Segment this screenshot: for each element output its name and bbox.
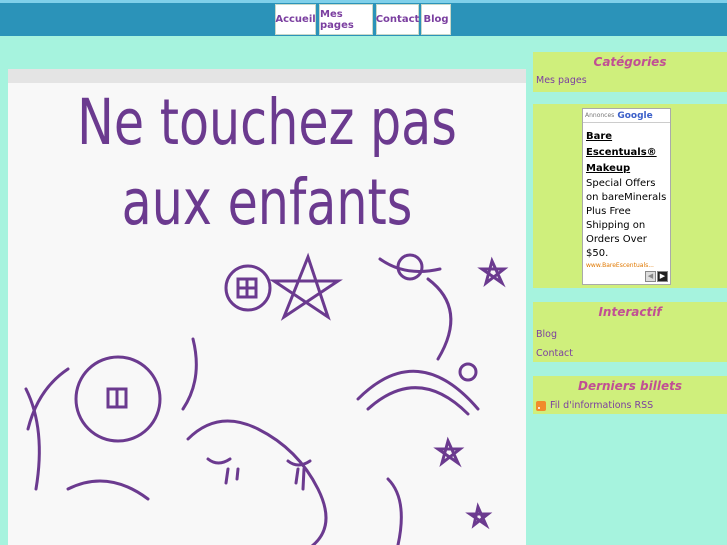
ad-prev-icon[interactable]: ◀ bbox=[645, 271, 656, 282]
nav-blog[interactable]: Blog bbox=[421, 4, 451, 35]
sketch-star bbox=[269, 252, 343, 321]
nav-accueil[interactable]: Accueil bbox=[275, 4, 316, 35]
ad-next-icon[interactable]: ▶ bbox=[657, 271, 668, 282]
nav-mes-pages[interactable]: Mes pages bbox=[319, 4, 373, 35]
hero-drawing: Ne touchez pas aux enfants bbox=[8, 69, 526, 545]
ad-body: Special Offers on bareMinerals Plus Free… bbox=[586, 178, 667, 259]
ad-header-label: Annonces bbox=[585, 112, 615, 119]
categories-widget: Catégories Mes pages bbox=[533, 52, 727, 92]
ad-title[interactable]: Bare Escentuals® Makeup bbox=[583, 123, 670, 177]
interactif-link-contact[interactable]: Contact bbox=[533, 348, 727, 359]
interactif-widget: Interactif Blog Contact bbox=[533, 302, 727, 362]
top-navbar: Accueil Mes pages Contact Blog bbox=[0, 3, 727, 36]
hero-sketch bbox=[24, 252, 509, 545]
nav-contact[interactable]: Contact bbox=[376, 4, 419, 35]
categories-title: Catégories bbox=[593, 55, 667, 69]
derniers-billets-widget: Derniers billets Fil d'informations RSS bbox=[533, 376, 727, 414]
rss-label[interactable]: Fil d'informations RSS bbox=[550, 400, 653, 411]
google-ad[interactable]: Annonces Google Bare Escentuals® Makeup … bbox=[582, 108, 671, 285]
interactif-link-blog[interactable]: Blog bbox=[533, 329, 727, 340]
ad-pager: ◀ ▶ bbox=[645, 271, 668, 282]
google-logo: Google bbox=[617, 110, 653, 121]
interactif-title: Interactif bbox=[598, 305, 662, 319]
sketch-star-small bbox=[477, 256, 509, 288]
rss-icon bbox=[536, 400, 546, 411]
rss-link[interactable]: Fil d'informations RSS bbox=[533, 400, 727, 411]
categories-link-mes-pages[interactable]: Mes pages bbox=[533, 75, 727, 86]
ad-header: Annonces Google bbox=[583, 109, 670, 123]
ad-url[interactable]: www.BareEscentuals... bbox=[583, 261, 670, 270]
derniers-billets-title: Derniers billets bbox=[578, 379, 682, 393]
